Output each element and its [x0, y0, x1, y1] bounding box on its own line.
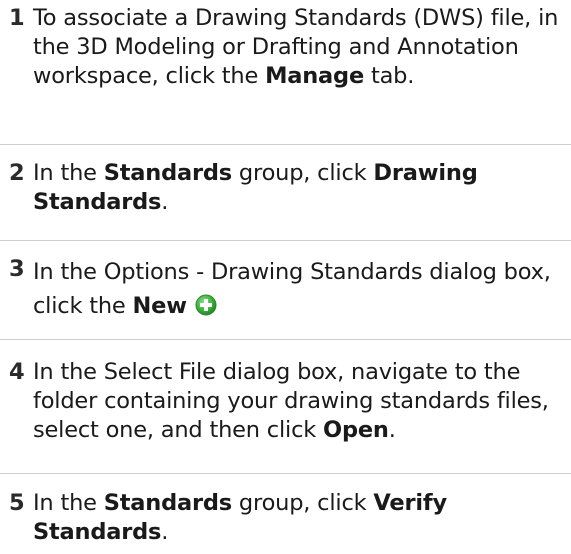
step-2: 2 In the Standards group, click Drawing … [9, 159, 567, 217]
step-text: In the Standards group, click Verify Sta… [33, 490, 447, 545]
ui-term-standards: Standards [103, 490, 232, 516]
step-text: In the Select File dialog box, navigate … [33, 359, 549, 443]
step-text: In the Options - Drawing Standards dialo… [33, 259, 551, 319]
ui-term-open: Open [323, 417, 389, 443]
step-number: 2 [9, 160, 25, 186]
step-divider [0, 144, 571, 145]
step-5: 5 In the Standards group, click Verify S… [9, 489, 567, 547]
step-4: 4 In the Select File dialog box, navigat… [9, 358, 567, 445]
step-number: 1 [9, 5, 25, 31]
step-3: 3 In the Options - Drawing Standards dia… [9, 255, 567, 323]
step-number: 4 [9, 359, 25, 385]
step-number: 3 [9, 256, 25, 282]
step-text: To associate a Drawing Standards (DWS) f… [33, 5, 559, 89]
step-1: 1 To associate a Drawing Standards (DWS)… [9, 4, 567, 91]
ui-term-manage: Manage [265, 63, 365, 89]
step-divider [0, 339, 571, 340]
ui-term-new: New [132, 293, 187, 319]
ui-term-standards: Standards [103, 160, 232, 186]
step-divider [0, 240, 571, 241]
step-text: In the Standards group, click Drawing St… [33, 160, 478, 215]
step-divider [0, 473, 571, 474]
step-number: 5 [9, 490, 25, 516]
plus-circle-icon [195, 294, 217, 316]
